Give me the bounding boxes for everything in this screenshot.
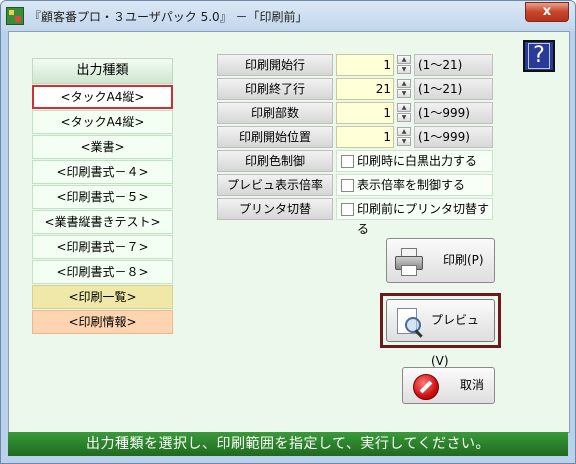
cancel-button[interactable]: 取消 bbox=[402, 367, 495, 404]
help-button[interactable]: ? bbox=[523, 40, 555, 72]
output-type-item[interactable]: <印刷情報> bbox=[32, 310, 173, 334]
start-row-row: 印刷開始行 1 ▲ ▼ (1〜21) bbox=[217, 54, 493, 76]
preview-zoom-label: プレビュ表示倍率 bbox=[217, 174, 333, 196]
spin-down-icon[interactable]: ▼ bbox=[397, 113, 411, 122]
end-row-row: 印刷終了行 21 ▲ ▼ (1〜21) bbox=[217, 78, 493, 100]
end-row-range: (1〜21) bbox=[414, 78, 493, 100]
output-type-item[interactable]: <業書> bbox=[32, 135, 173, 159]
spin-up-icon[interactable]: ▲ bbox=[397, 79, 411, 88]
output-type-item[interactable]: <印刷書式－７> bbox=[32, 235, 173, 259]
color-control-row: 印刷色制御 印刷時に白黒出力する bbox=[217, 150, 493, 172]
spin-down-icon[interactable]: ▼ bbox=[397, 65, 411, 74]
print-button-label: 印刷(P) bbox=[443, 253, 484, 267]
output-type-item[interactable]: <印刷書式－８> bbox=[32, 260, 173, 284]
output-type-item[interactable]: <印刷書式－５> bbox=[32, 185, 173, 209]
copies-label: 印刷部数 bbox=[217, 102, 333, 124]
start-position-input[interactable]: 1 bbox=[336, 126, 394, 148]
output-type-item[interactable]: <タックA4縦> bbox=[32, 85, 173, 109]
start-row-spinner[interactable]: ▲ ▼ bbox=[397, 55, 411, 75]
zoom-control-checkbox-label: 表示倍率を制御する bbox=[357, 178, 466, 192]
status-bar: 出力種類を選択し、印刷範囲を指定して、実行してください。 bbox=[8, 432, 568, 456]
color-control-label: 印刷色制御 bbox=[217, 150, 333, 172]
preview-button[interactable]: プレビュ(V) bbox=[386, 299, 495, 368]
output-type-item[interactable]: <印刷一覧> bbox=[32, 285, 173, 309]
zoom-control-checkbox[interactable]: 表示倍率を制御する bbox=[336, 174, 493, 196]
printer-switch-label: プリンタ切替 bbox=[217, 198, 333, 220]
monochrome-checkbox[interactable]: 印刷時に白黒出力する bbox=[336, 150, 493, 172]
end-row-spinner[interactable]: ▲ ▼ bbox=[397, 79, 411, 99]
start-row-label: 印刷開始行 bbox=[217, 54, 333, 76]
question-icon: ? bbox=[528, 43, 550, 69]
checkbox-box[interactable] bbox=[341, 179, 354, 192]
start-row-input[interactable]: 1 bbox=[336, 54, 394, 76]
start-position-range: (1〜999) bbox=[414, 126, 493, 148]
preview-zoom-row: プレビュ表示倍率 表示倍率を制御する bbox=[217, 174, 493, 196]
copies-spinner[interactable]: ▲ ▼ bbox=[397, 103, 411, 123]
monochrome-checkbox-label: 印刷時に白黒出力する bbox=[357, 154, 478, 168]
output-type-item[interactable]: <タックA4縦> bbox=[32, 110, 173, 134]
print-button[interactable]: 印刷(P) bbox=[386, 238, 495, 283]
copies-input[interactable]: 1 bbox=[336, 102, 394, 124]
checkbox-box[interactable] bbox=[341, 155, 354, 168]
window-title: 『顧客番プロ・３ユーザパック 5.0』 －「印刷前」 bbox=[29, 10, 308, 24]
copies-row: 印刷部数 1 ▲ ▼ (1〜999) bbox=[217, 102, 493, 124]
start-position-row: 印刷開始位置 1 ▲ ▼ (1〜999) bbox=[217, 126, 493, 148]
start-position-spinner[interactable]: ▲ ▼ bbox=[397, 127, 411, 147]
printer-switch-row: プリンタ切替 印刷前にプリンタ切替する bbox=[217, 198, 493, 236]
spin-up-icon[interactable]: ▲ bbox=[397, 55, 411, 64]
end-row-input[interactable]: 21 bbox=[336, 78, 394, 100]
spin-down-icon[interactable]: ▼ bbox=[397, 137, 411, 146]
title-bar: 『顧客番プロ・３ユーザパック 5.0』 －「印刷前」 x bbox=[1, 1, 575, 31]
magnifier-document-icon bbox=[397, 308, 423, 338]
output-type-header: 出力種類 bbox=[32, 58, 173, 84]
copies-range: (1〜999) bbox=[414, 102, 493, 124]
printer-icon bbox=[395, 248, 423, 276]
output-type-item[interactable]: <業書縦書きテスト> bbox=[32, 210, 173, 234]
spin-down-icon[interactable]: ▼ bbox=[397, 89, 411, 98]
output-type-list: 出力種類 <タックA4縦> <タックA4縦> <業書> <印刷書式－４> <印刷… bbox=[32, 58, 173, 334]
spin-up-icon[interactable]: ▲ bbox=[397, 127, 411, 136]
close-button[interactable]: x bbox=[525, 2, 569, 22]
end-row-label: 印刷終了行 bbox=[217, 78, 333, 100]
window: 『顧客番プロ・３ユーザパック 5.0』 －「印刷前」 x ? 出力種類 <タック… bbox=[0, 0, 576, 464]
start-position-label: 印刷開始位置 bbox=[217, 126, 333, 148]
output-type-item[interactable]: <印刷書式－４> bbox=[32, 160, 173, 184]
spin-up-icon[interactable]: ▲ bbox=[397, 103, 411, 112]
checkbox-box[interactable] bbox=[341, 203, 354, 216]
app-icon bbox=[6, 7, 24, 25]
printer-switch-checkbox[interactable]: 印刷前にプリンタ切替する bbox=[336, 198, 493, 236]
cancel-icon bbox=[413, 374, 439, 400]
start-row-range: (1〜21) bbox=[414, 54, 493, 76]
cancel-button-label: 取消 bbox=[460, 378, 485, 392]
